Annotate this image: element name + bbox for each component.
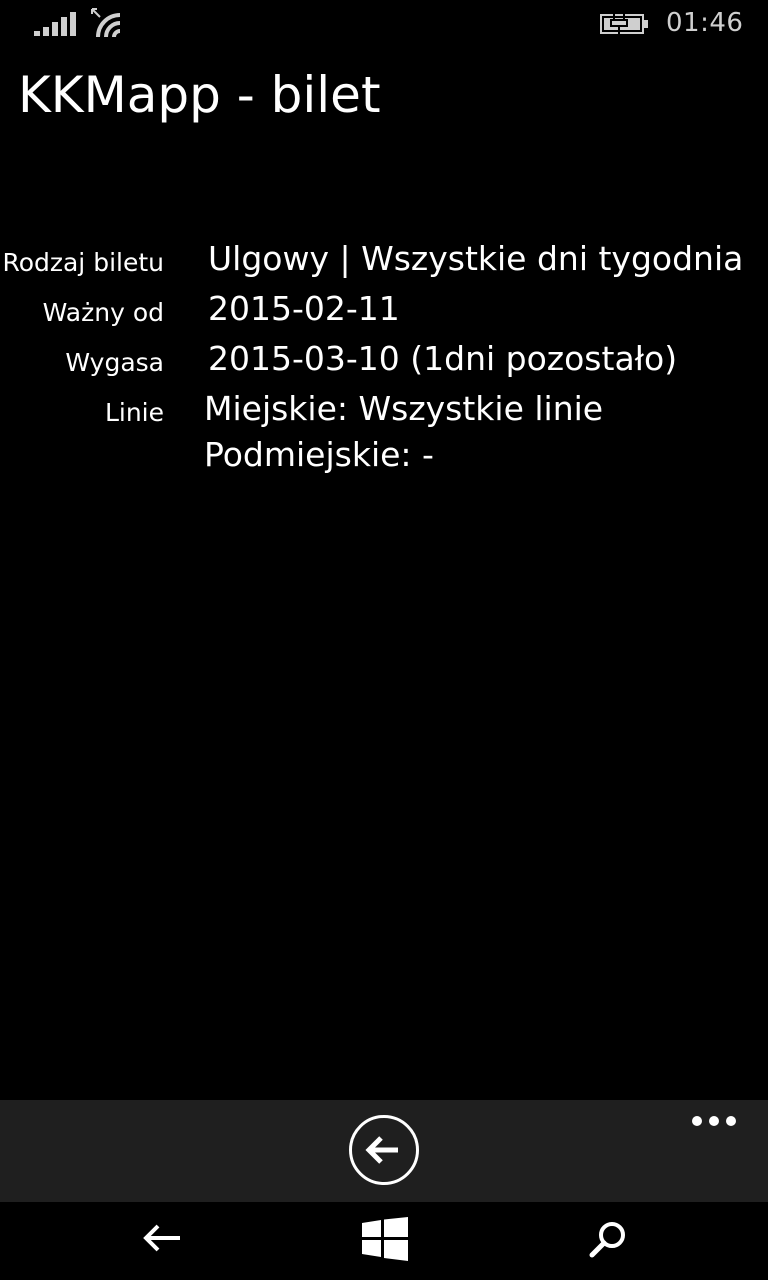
signal-icon xyxy=(34,12,76,36)
windows-start-icon[interactable] xyxy=(362,1217,408,1261)
back-circle-icon xyxy=(365,1136,398,1164)
valid-from-value: 2015-02-11 xyxy=(208,289,400,328)
back-circle-button[interactable] xyxy=(349,1115,419,1185)
status-time: 01:46 xyxy=(666,8,744,38)
more-dots-icon[interactable] xyxy=(688,1108,740,1134)
app-bar xyxy=(0,1100,768,1202)
lines-city-value: Miejskie: Wszystkie linie xyxy=(204,389,604,428)
ticket-type-label: Rodzaj biletu xyxy=(2,248,164,277)
detail-row-valid-from: Ważny od 2015-02-11 xyxy=(0,286,768,336)
valid-from-label: Ważny od xyxy=(42,298,164,327)
search-icon[interactable] xyxy=(588,1220,628,1258)
page-title: KKMapp - bilet xyxy=(18,66,381,124)
detail-row-expires: Wygasa 2015-03-10 (1dni pozostało) xyxy=(0,336,768,386)
detail-row-ticket-type: Rodzaj biletu Ulgowy | Wszystkie dni tyg… xyxy=(0,236,768,286)
wifi-icon xyxy=(91,8,121,38)
lines-suburban-value: Podmiejskie: - xyxy=(204,435,434,474)
expires-value: 2015-03-10 (1dni pozostało) xyxy=(208,339,678,378)
ticket-type-value: Ulgowy | Wszystkie dni tygodnia xyxy=(208,239,744,278)
expires-label: Wygasa xyxy=(65,348,164,377)
back-arrow-icon[interactable] xyxy=(140,1220,184,1256)
detail-row-lines: Linie Miejskie: Wszystkie linie Podmiejs… xyxy=(0,386,768,474)
lines-label: Linie xyxy=(104,398,164,427)
lines-value: Miejskie: Wszystkie linie Podmiejskie: - xyxy=(204,386,603,478)
battery-charging-icon xyxy=(600,12,648,36)
nav-bar xyxy=(0,1202,768,1280)
status-bar: 01:46 xyxy=(0,0,768,48)
